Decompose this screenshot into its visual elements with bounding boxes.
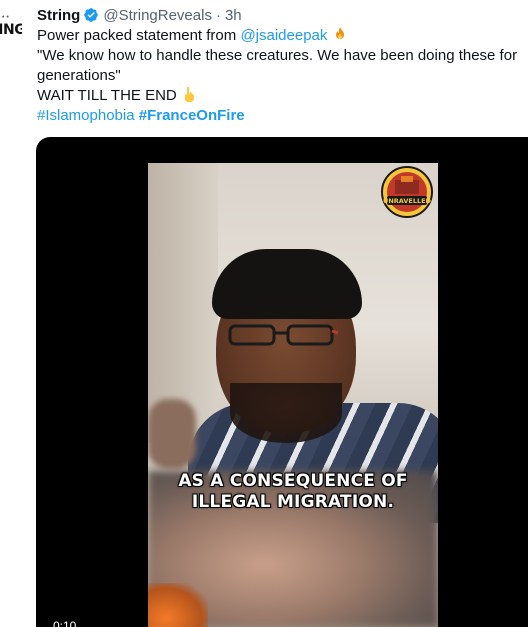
avatar[interactable]: • • RING [0,10,22,54]
india-unravelled-logo: UNRAVELLED [381,166,433,218]
video-caption-line-1: AS A CONSEQUENCE OF [178,471,408,491]
avatar-dots: • • [2,14,9,21]
tweet-time[interactable]: 3h [225,7,242,24]
video-caption-line-2: ILLEGAL MIGRATION. [191,492,395,512]
user-handle[interactable]: @StringReveals [103,7,212,24]
hashtag-franceonfire[interactable]: #FranceOnFire [139,107,245,124]
tweet-line-1-text: Power packed statement from [37,27,241,44]
tweet: String @StringReveals · 3h Power packed … [37,0,528,126]
tweet-line-4: WAIT TILL THE END [37,86,528,106]
tweet-line-2: "We know how to handle these creatures. … [37,47,518,64]
tweet-line-3: generations" [37,67,121,84]
tweet-text: Power packed statement from @jsaideepak … [37,26,528,126]
hashtag-islamophobia[interactable]: #Islamophobia [37,107,135,124]
avatar-logo-text: RING [0,22,22,38]
mention-link[interactable]: @jsaideepak [240,27,327,44]
video-orange-glow [148,583,208,627]
tweet-header: String @StringReveals · 3h [37,4,528,26]
video-person-hand [148,399,196,469]
tweet-hashtags: #Islamophobia #FranceOnFire [37,106,528,126]
separator-dot: · [215,6,221,24]
video-timestamp: 0:10 [53,619,77,627]
verified-badge-icon [84,8,99,22]
video-frame: UNRAVELLED AS A CONSEQUENCE OF ILLEGAL M… [148,163,438,627]
logo-text: UNRAVELLED [383,197,432,205]
glasses-shape [228,324,338,346]
fire-emoji-icon [335,27,344,39]
video-person-hair [212,249,362,319]
display-name[interactable]: String [37,7,80,24]
video-player[interactable]: UNRAVELLED AS A CONSEQUENCE OF ILLEGAL M… [36,137,528,627]
video-person-beard [230,383,342,443]
pointing-down-emoji-icon [184,87,194,102]
tweet-line-4-text: WAIT TILL THE END [37,87,177,104]
tweet-line-1: Power packed statement from @jsaideepak [37,26,528,46]
